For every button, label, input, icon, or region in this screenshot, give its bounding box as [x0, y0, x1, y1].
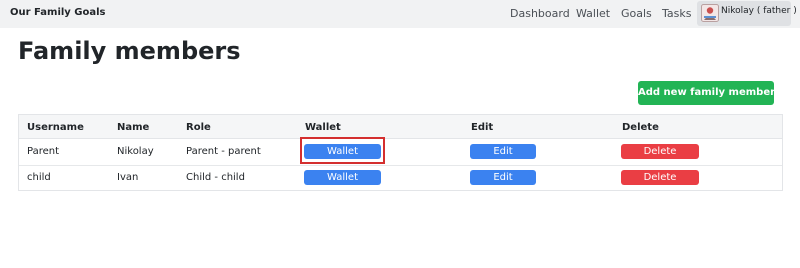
wallet-button[interactable]: Wallet: [304, 144, 381, 159]
top-navbar: Our Family Goals Dashboard Wallet Goals …: [0, 0, 800, 28]
wallet-button[interactable]: Wallet: [304, 170, 381, 185]
cell-name: Nikolay: [117, 146, 154, 157]
page-title: Family members: [18, 37, 241, 65]
nav-link-dashboard[interactable]: Dashboard: [510, 7, 570, 20]
cell-role: Parent - parent: [186, 146, 261, 157]
delete-button[interactable]: Delete: [621, 144, 699, 159]
add-family-member-button[interactable]: Add new family member: [638, 81, 775, 105]
edit-button[interactable]: Edit: [470, 144, 536, 159]
header-edit: Edit: [471, 122, 494, 133]
table-header: Username Name Role Wallet Edit Delete: [19, 115, 782, 139]
brand-title[interactable]: Our Family Goals: [10, 7, 106, 18]
family-members-table: Username Name Role Wallet Edit Delete Pa…: [18, 114, 783, 191]
nav-link-wallet[interactable]: Wallet: [576, 7, 610, 20]
delete-button[interactable]: Delete: [621, 170, 699, 185]
user-name: Nikolay ( father ): [721, 6, 797, 16]
cell-name: Ivan: [117, 172, 139, 183]
user-avatar-icon: [701, 4, 719, 22]
user-menu[interactable]: Nikolay ( father ): [697, 1, 797, 26]
header-name: Name: [117, 122, 150, 133]
header-role: Role: [186, 122, 211, 133]
cell-username: child: [27, 172, 51, 183]
row-divider: [19, 165, 782, 166]
cell-role: Child - child: [186, 172, 245, 183]
cell-username: Parent: [27, 146, 60, 157]
nav-link-tasks[interactable]: Tasks: [662, 7, 691, 20]
header-delete: Delete: [622, 122, 659, 133]
header-wallet: Wallet: [305, 122, 341, 133]
header-username: Username: [27, 122, 84, 133]
edit-button[interactable]: Edit: [470, 170, 536, 185]
nav-link-goals[interactable]: Goals: [621, 7, 652, 20]
